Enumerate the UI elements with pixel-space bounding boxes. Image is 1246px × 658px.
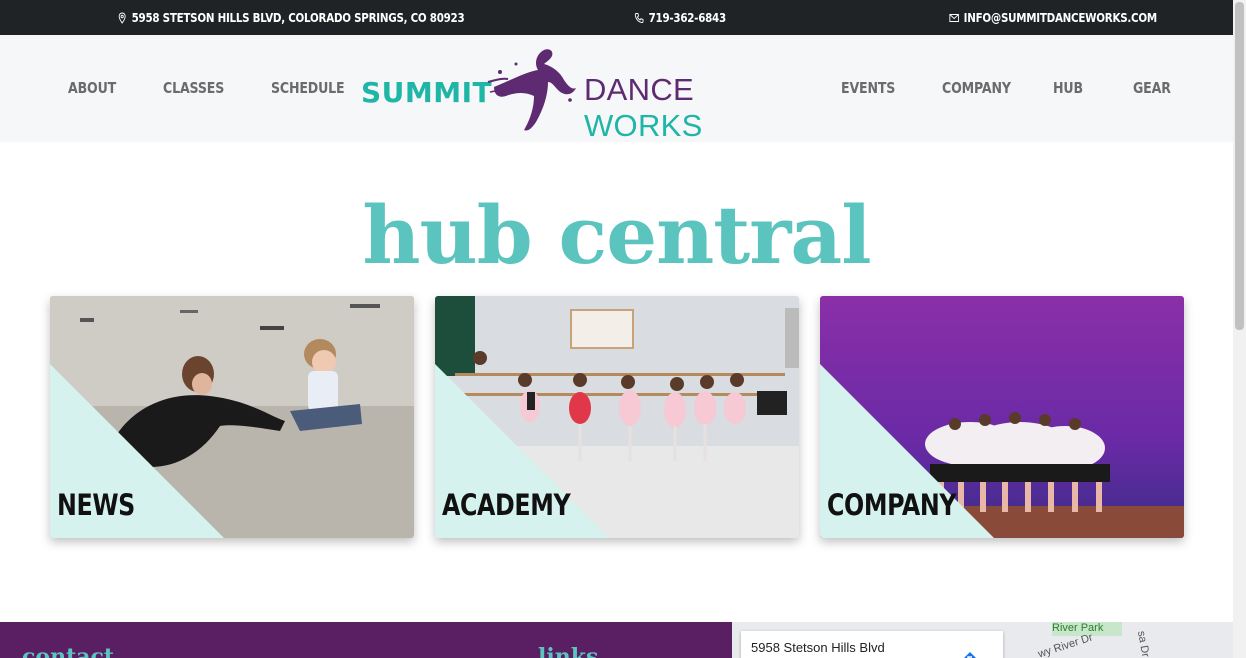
footer: contact links (0, 622, 732, 658)
nav-events[interactable]: EVENTS (841, 79, 895, 97)
phone-text: 719-362-6843 (648, 10, 727, 25)
footer-contact-title: contact (22, 644, 115, 658)
nav-about[interactable]: ABOUT (68, 79, 116, 97)
address-item[interactable]: 5958 STETSON HILLS BLVD, COLORADO SPRING… (117, 0, 465, 35)
email-item[interactable]: INFO@SUMMITDANCEWORKS.COM (949, 0, 1157, 35)
page-scrollbar[interactable] (1233, 0, 1246, 658)
map-pin-icon (118, 11, 126, 24)
card-academy[interactable]: ACADEMY (435, 296, 799, 538)
card-academy-label: ACADEMY (442, 488, 571, 522)
logo-dance-word: DANCE (584, 72, 695, 107)
logo-summit-text: SUMMIT (361, 76, 493, 109)
main-nav: ABOUT CLASSES SCHEDULE SUMMIT DANCE WORK… (0, 35, 1233, 143)
phone-icon (634, 12, 644, 23)
embedded-map[interactable]: River Park wy River Dr sa Dr 5958 Stetso… (732, 622, 1233, 658)
logo-works-word: WORKS (584, 108, 703, 143)
map-road-label-2: sa Dr (1134, 630, 1152, 658)
page-title: hub central (362, 188, 871, 282)
nav-schedule[interactable]: SCHEDULE (271, 79, 345, 97)
phone-item[interactable]: 719-362-6843 (634, 0, 726, 35)
envelope-icon (949, 13, 959, 22)
dancer-logo-icon (487, 49, 576, 131)
card-news-label: NEWS (57, 488, 135, 522)
directions-icon[interactable] (963, 651, 977, 658)
email-text: INFO@SUMMITDANCEWORKS.COM (963, 10, 1158, 25)
nav-gear[interactable]: GEAR (1133, 79, 1171, 97)
logo-dance-works-text: DANCE WORKS (584, 72, 801, 144)
map-place-name: 5958 Stetson Hills Blvd (751, 640, 885, 655)
map-place-card[interactable]: 5958 Stetson Hills Blvd (741, 631, 1003, 658)
nav-classes[interactable]: CLASSES (163, 79, 224, 97)
footer-links-title: links (538, 644, 599, 658)
nav-company[interactable]: COMPANY (942, 79, 1011, 97)
card-company[interactable]: COMPANY (820, 296, 1184, 538)
site-logo[interactable]: SUMMIT DANCE WORKS (361, 42, 801, 143)
card-company-label: COMPANY (827, 488, 957, 522)
scrollbar-thumb[interactable] (1235, 2, 1244, 330)
address-text: 5958 STETSON HILLS BLVD, COLORADO SPRING… (131, 10, 465, 25)
card-news[interactable]: NEWS (50, 296, 414, 538)
nav-hub[interactable]: HUB (1053, 79, 1083, 97)
map-park-label: River Park (1052, 622, 1104, 634)
top-info-bar: 5958 STETSON HILLS BLVD, COLORADO SPRING… (0, 0, 1233, 35)
